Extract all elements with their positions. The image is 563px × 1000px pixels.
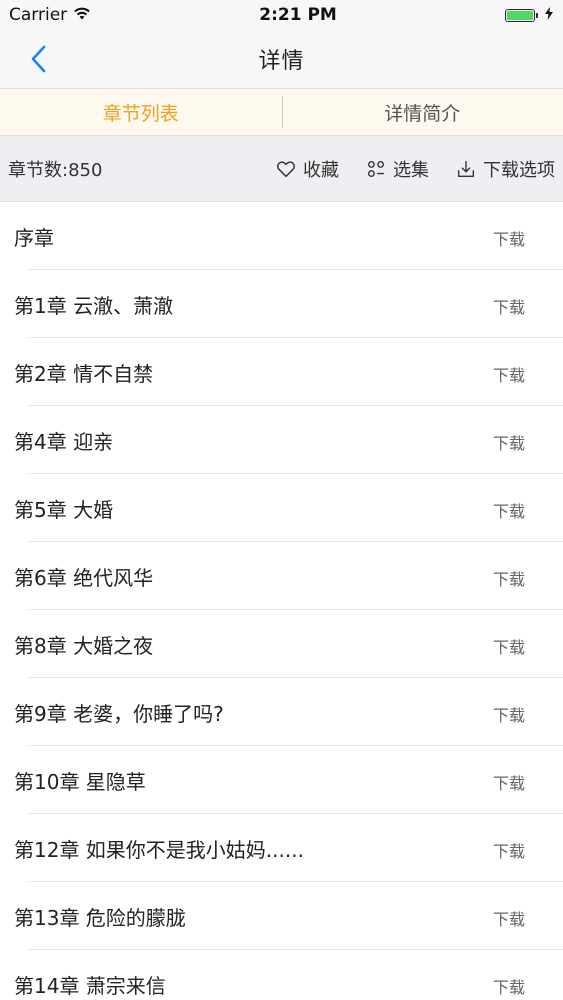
favorite-label: 收藏 [303, 159, 339, 181]
chapter-title: 第9章 老婆，你睡了吗? [14, 701, 224, 726]
chapter-title: 第14章 萧宗来信 [14, 973, 166, 998]
chapter-list: 序章 下载 第1章 云澈、萧澈 下载 第2章 情不自禁 下载 第4章 迎亲 下载… [0, 202, 563, 1000]
chapter-row[interactable]: 第5章 大婚 下载 [0, 474, 563, 542]
download-button[interactable]: 下载 [493, 882, 563, 930]
download-button[interactable]: 下载 [493, 746, 563, 794]
chapter-title: 第8章 大婚之夜 [14, 633, 154, 658]
chapter-title: 第6章 绝代风华 [14, 565, 154, 590]
chapter-row[interactable]: 第12章 如果你不是我小姑妈...... 下载 [0, 814, 563, 882]
download-button[interactable]: 下载 [493, 270, 563, 318]
status-time: 2:21 PM [259, 5, 337, 25]
chapter-title: 第2章 情不自禁 [14, 361, 154, 386]
heart-icon [277, 160, 295, 177]
download-button[interactable]: 下载 [493, 678, 563, 726]
chapter-title: 第1章 云澈、萧澈 [14, 293, 174, 318]
download-icon [457, 160, 475, 177]
chapter-title: 第12章 如果你不是我小姑妈...... [14, 837, 304, 862]
grid-circles-icon [367, 160, 385, 177]
chapter-title: 序章 [14, 225, 54, 250]
chapter-row[interactable]: 第2章 情不自禁 下载 [0, 338, 563, 406]
download-button[interactable]: 下载 [493, 814, 563, 862]
battery-icon [504, 8, 538, 22]
toolbar: 章节数:850 收藏 选集 下载选项 [0, 136, 563, 202]
select-episodes-button[interactable]: 选集 [365, 156, 429, 182]
download-button[interactable]: 下载 [493, 338, 563, 386]
chapter-title: 第5章 大婚 [14, 497, 114, 522]
chapter-row[interactable]: 第9章 老婆，你睡了吗? 下载 [0, 678, 563, 746]
status-left: Carrier [9, 5, 91, 25]
tab-details-intro[interactable]: 详情简介 [281, 89, 563, 135]
tab-chapter-list[interactable]: 章节列表 [0, 89, 282, 135]
download-button[interactable]: 下载 [493, 406, 563, 454]
chapter-row[interactable]: 第8章 大婚之夜 下载 [0, 610, 563, 678]
tab-bar: 章节列表 详情简介 [0, 89, 563, 136]
navigation-bar: 详情 [0, 30, 563, 89]
chapter-title: 第10章 星隐草 [14, 769, 146, 794]
status-right [504, 5, 553, 25]
download-button[interactable]: 下载 [493, 950, 563, 998]
charging-bolt-icon [544, 5, 553, 25]
chapter-row[interactable]: 第6章 绝代风华 下载 [0, 542, 563, 610]
chapter-row[interactable]: 第10章 星隐草 下载 [0, 746, 563, 814]
chapter-count: 章节数:850 [8, 159, 103, 181]
select-episodes-label: 选集 [393, 159, 429, 181]
favorite-button[interactable]: 收藏 [275, 156, 339, 182]
chapter-title: 第4章 迎亲 [14, 429, 114, 454]
chevron-left-icon [31, 45, 46, 73]
carrier-label: Carrier [9, 5, 68, 25]
chapter-row[interactable]: 第14章 萧宗来信 下载 [0, 950, 563, 1000]
chapter-title: 第13章 危险的朦胧 [14, 905, 186, 930]
chapter-row[interactable]: 序章 下载 [0, 202, 563, 270]
battery-fill [506, 10, 533, 20]
chapter-row[interactable]: 第4章 迎亲 下载 [0, 406, 563, 474]
screen: Carrier 2:21 PM 详情 章节列表 详情简介 章节数:850 收藏 … [0, 0, 563, 1000]
status-bar: Carrier 2:21 PM [0, 0, 563, 30]
wifi-icon [73, 5, 91, 25]
download-button[interactable]: 下载 [493, 202, 563, 250]
download-options-button[interactable]: 下载选项 [455, 156, 555, 182]
download-button[interactable]: 下载 [493, 542, 563, 590]
download-button[interactable]: 下载 [493, 474, 563, 522]
back-button[interactable] [24, 42, 52, 76]
chapter-row[interactable]: 第13章 危险的朦胧 下载 [0, 882, 563, 950]
page-title: 详情 [258, 49, 305, 74]
chapter-row[interactable]: 第1章 云澈、萧澈 下载 [0, 270, 563, 338]
download-button[interactable]: 下载 [493, 610, 563, 658]
download-options-label: 下载选项 [483, 159, 555, 181]
